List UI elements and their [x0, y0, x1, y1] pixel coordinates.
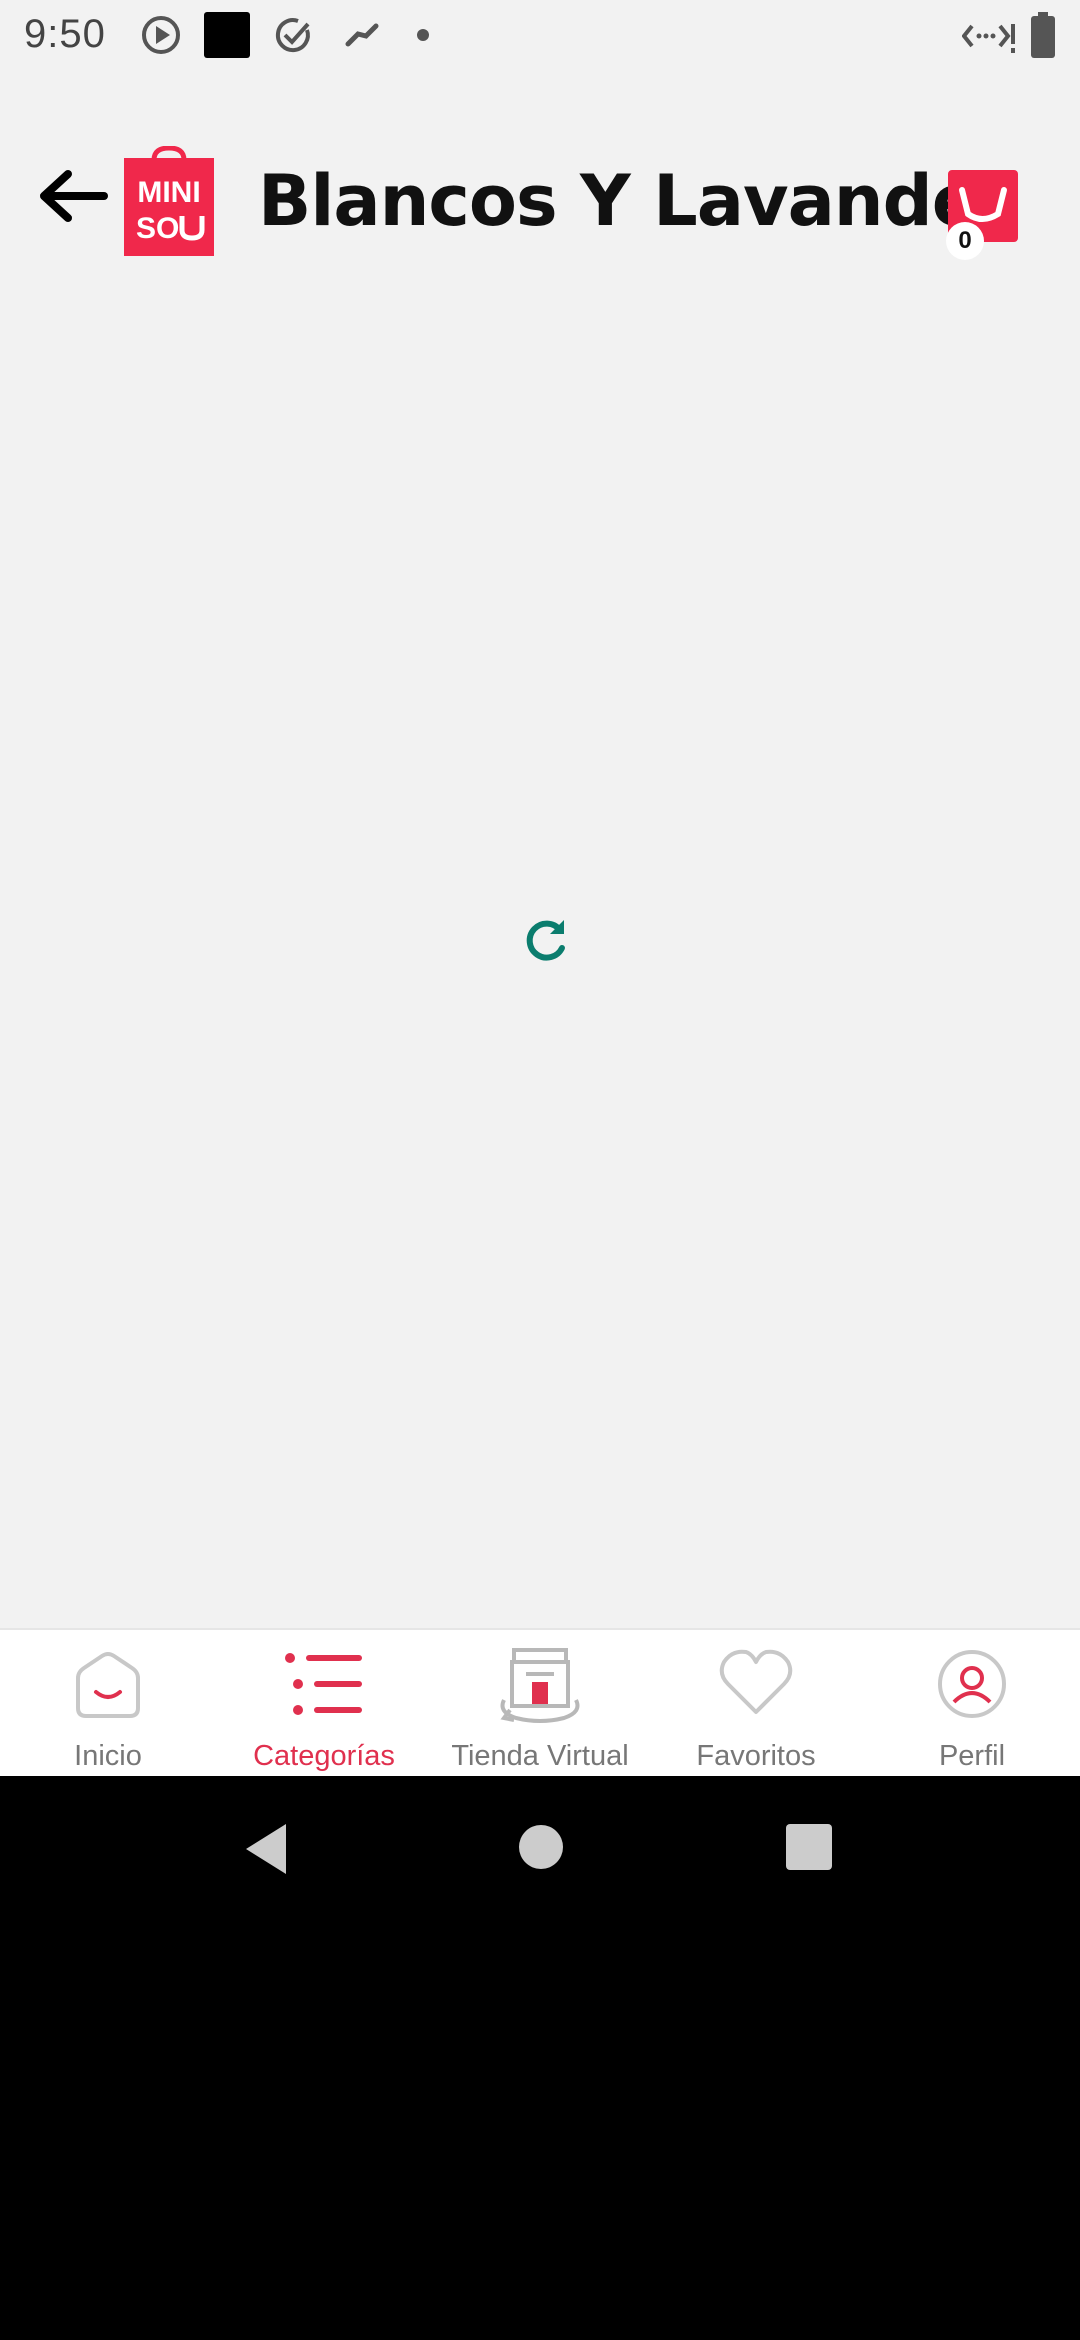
header: MINI SO Blancos Y Lavandería 0 [0, 130, 1080, 270]
task-check-icon [275, 18, 310, 53]
app-content: 9:50 MINI SO Blancos Y Lavande 0 Inicio … [0, 0, 1080, 1776]
heart-icon [719, 1649, 793, 1714]
profile-icon [938, 1650, 1006, 1718]
nav-item-perfil[interactable]: Perfil [864, 1630, 1080, 1776]
system-back-icon[interactable] [242, 1822, 290, 1876]
home-icon [76, 1652, 140, 1718]
battery-icon [1031, 12, 1055, 58]
nav-label-tienda-virtual: Tienda Virtual [451, 1740, 629, 1772]
nav-item-favoritos[interactable]: Favoritos [648, 1630, 864, 1776]
logo-text-line1: MINI [137, 176, 200, 209]
status-bar: 9:50 [0, 0, 1080, 72]
nav-label-perfil: Perfil [938, 1740, 1006, 1772]
play-notification-icon [142, 16, 180, 54]
screen: 9:50 MINI SO Blancos Y Lavande 0 Inicio … [0, 0, 1080, 2340]
nav-item-inicio[interactable]: Inicio [0, 1630, 216, 1776]
refresh-loading-icon [526, 920, 565, 961]
system-recents-icon[interactable] [786, 1824, 832, 1870]
dot-icon [417, 29, 429, 41]
status-time: 9:50 [24, 12, 106, 56]
system-navigation-bar [0, 1776, 1080, 1916]
swipe-icon [345, 23, 379, 47]
nav-item-categorias[interactable]: Categorías [216, 1630, 432, 1776]
cart-count-badge: 0 [946, 222, 984, 260]
virtual-store-icon [500, 1648, 580, 1723]
back-arrow-icon[interactable] [36, 166, 110, 226]
no-signal-icon [962, 24, 1015, 53]
logo-text-line2: SO [136, 212, 179, 245]
nav-label-inicio: Inicio [74, 1740, 142, 1772]
nav-label-categorias: Categorías [253, 1740, 395, 1772]
nav-label-favoritos: Favoritos [696, 1740, 816, 1772]
app-notification-icon [204, 12, 250, 58]
bottom-navigation: Inicio Categorías Tienda Virtual Favorit… [0, 1628, 1080, 1776]
system-home-icon[interactable] [518, 1824, 564, 1870]
categories-list-icon [285, 1653, 362, 1715]
miniso-logo: MINI SO [124, 145, 214, 256]
page-title: Blancos Y Lavandería [258, 160, 978, 242]
nav-item-tienda-virtual[interactable]: Tienda Virtual [432, 1630, 648, 1776]
